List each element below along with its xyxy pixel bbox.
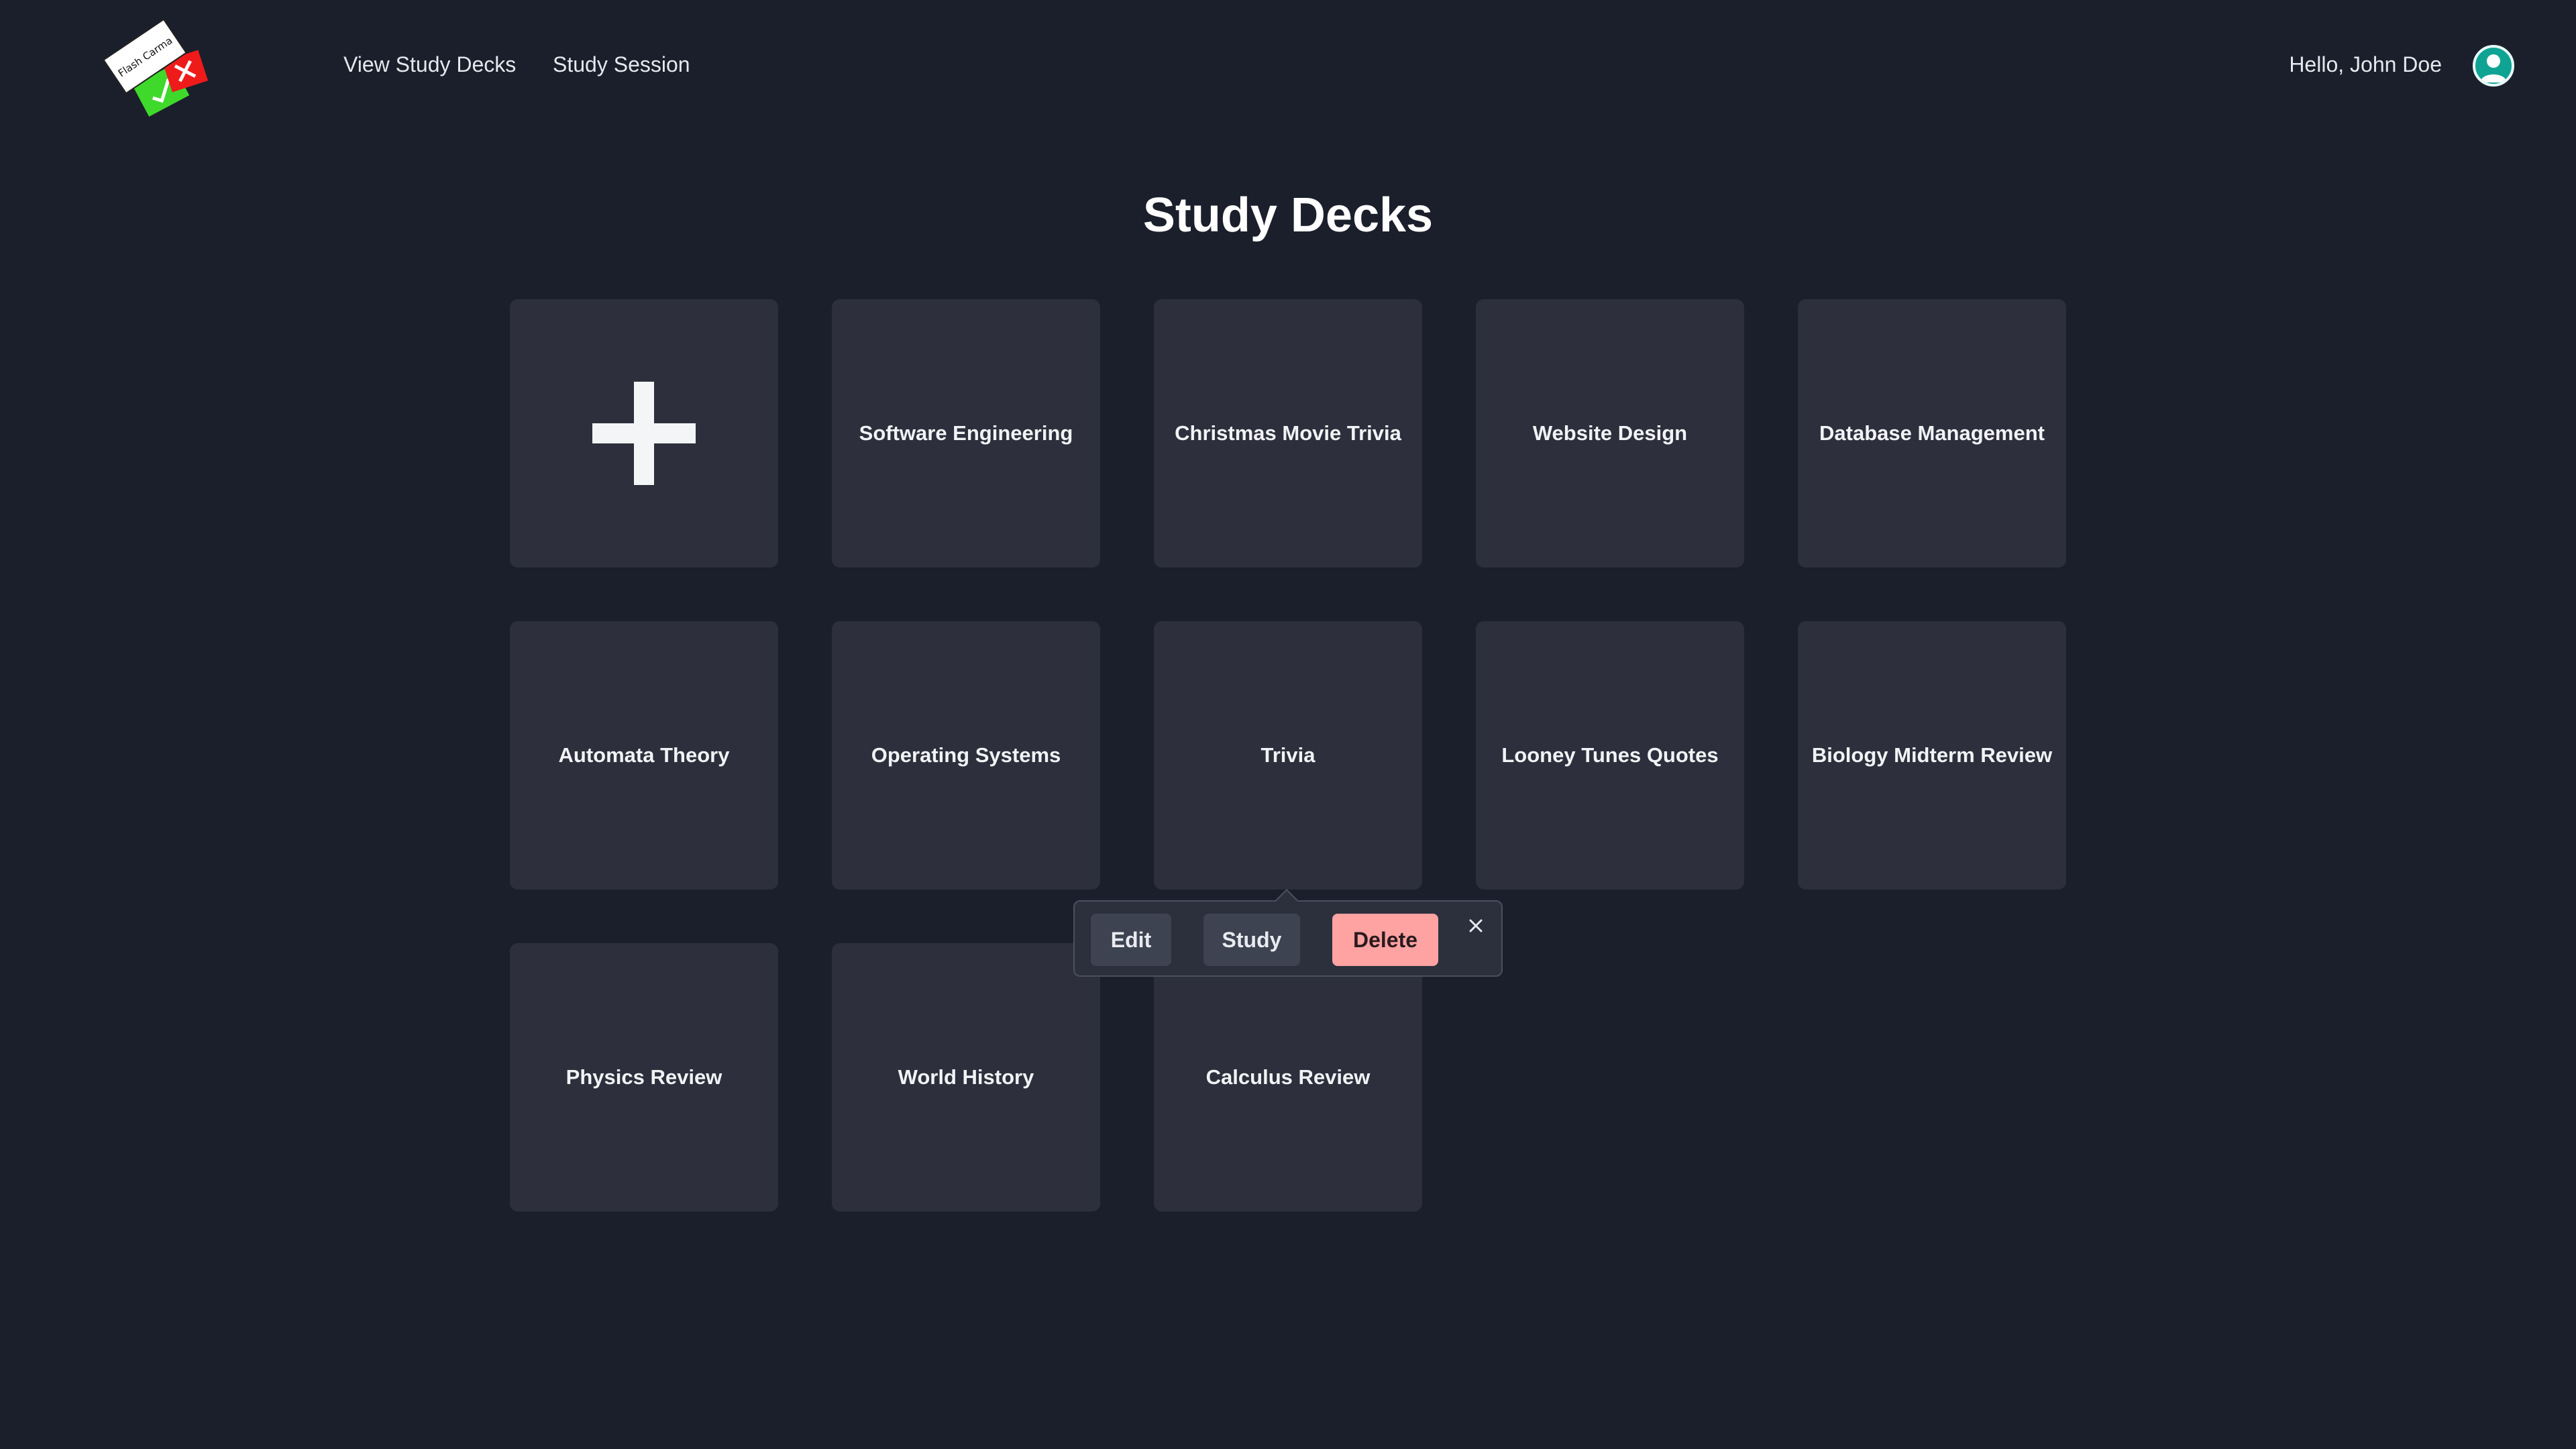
close-icon[interactable] xyxy=(1462,912,1489,939)
deck-card[interactable]: World History xyxy=(832,943,1100,1212)
deck-title: Database Management xyxy=(1819,421,2045,445)
page-title: Study Decks xyxy=(1142,189,1434,242)
nav-view-study-decks[interactable]: View Study Decks xyxy=(343,52,516,77)
deck-title: Automata Theory xyxy=(558,743,730,767)
nav-study-session[interactable]: Study Session xyxy=(553,52,690,77)
deck-title: Looney Tunes Quotes xyxy=(1501,743,1719,767)
deck-actions-popover: Edit Study Delete xyxy=(1073,889,1503,977)
study-deck-button[interactable]: Study xyxy=(1203,914,1300,966)
deck-grid: Software Engineering Christmas Movie Tri… xyxy=(510,299,2066,1212)
deck-card[interactable]: Christmas Movie Trivia xyxy=(1154,299,1422,568)
deck-card[interactable]: Database Management xyxy=(1798,299,2066,568)
add-deck-button[interactable] xyxy=(510,299,778,568)
deck-card[interactable]: Looney Tunes Quotes xyxy=(1476,621,1744,890)
deck-title: Calculus Review xyxy=(1205,1065,1371,1089)
deck-card[interactable]: Physics Review xyxy=(510,943,778,1212)
deck-card[interactable]: Software Engineering xyxy=(832,299,1100,568)
deck-card[interactable]: Biology Midterm Review xyxy=(1798,621,2066,890)
user-greeting: Hello, John Doe xyxy=(2289,52,2442,76)
deck-title: Trivia xyxy=(1260,743,1316,767)
deck-title: Software Engineering xyxy=(859,421,1073,445)
deck-title: Biology Midterm Review xyxy=(1811,743,2053,767)
edit-deck-button[interactable]: Edit xyxy=(1091,914,1171,966)
deck-card-selected[interactable]: Trivia xyxy=(1154,621,1422,890)
top-navbar: Flash Carma View Study Decks Study Sessi… xyxy=(0,0,2576,134)
deck-title: World History xyxy=(898,1065,1034,1089)
user-avatar-icon[interactable] xyxy=(2473,45,2514,87)
plus-icon xyxy=(592,382,696,485)
deck-card[interactable]: Website Design xyxy=(1476,299,1744,568)
deck-title: Christmas Movie Trivia xyxy=(1175,421,1401,445)
deck-card[interactable]: Automata Theory xyxy=(510,621,778,890)
deck-card[interactable]: Calculus Review xyxy=(1154,943,1422,1212)
deck-title: Website Design xyxy=(1532,421,1688,445)
deck-title: Physics Review xyxy=(566,1065,722,1089)
deck-title: Operating Systems xyxy=(871,743,1061,767)
flash-carma-logo[interactable]: Flash Carma xyxy=(87,13,215,121)
user-profile-icon xyxy=(2480,54,2507,83)
deck-card[interactable]: Operating Systems xyxy=(832,621,1100,890)
delete-deck-button[interactable]: Delete xyxy=(1332,914,1438,966)
